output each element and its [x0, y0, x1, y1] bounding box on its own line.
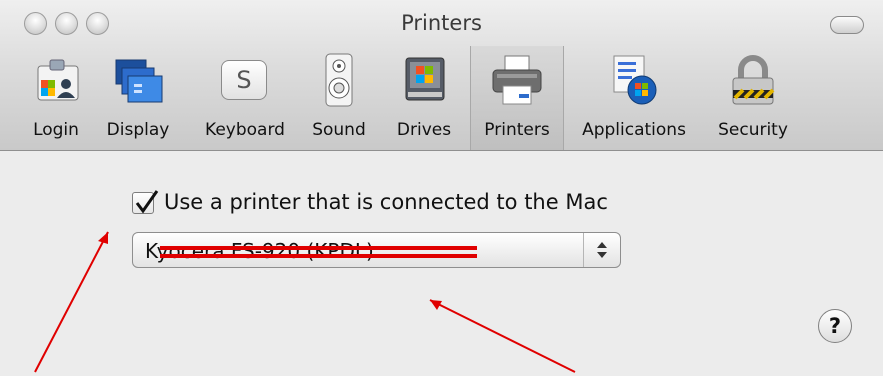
toolbar: Printers Login Display S Keyboard Sound …	[0, 0, 883, 151]
help-button[interactable]: ?	[818, 309, 852, 343]
tab-label: Applications	[582, 120, 686, 140]
tab-drives[interactable]: Drives	[386, 46, 462, 150]
tab-label: Display	[106, 120, 170, 140]
tab-applications[interactable]: Applications	[566, 46, 702, 150]
tab-security[interactable]: Security	[706, 46, 800, 150]
use-printer-checkbox[interactable]	[132, 190, 159, 214]
display-icon	[115, 59, 163, 103]
sound-icon	[325, 53, 353, 107]
printer-popup-button[interactable]: Kyocera FS-920 (KPDL)	[132, 232, 621, 268]
keyboard-icon: S	[217, 52, 273, 108]
printer-icon	[492, 55, 542, 105]
selected-printer-value: Kyocera FS-920 (KPDL)	[145, 239, 374, 263]
tab-label: Sound	[312, 120, 366, 140]
keyboard-key-glyph: S	[221, 60, 267, 100]
login-icon	[37, 59, 79, 101]
tab-label: Drives	[396, 120, 452, 140]
use-printer-checkbox-label[interactable]: Use a printer that is connected to the M…	[164, 190, 608, 214]
tab-label: Login	[33, 120, 79, 140]
tab-label: Security	[718, 120, 788, 140]
lock-icon	[732, 55, 775, 105]
checkmark-icon	[135, 190, 159, 214]
tab-printers[interactable]: Printers	[470, 46, 564, 150]
drives-icon	[405, 57, 445, 101]
tab-display[interactable]: Display	[98, 46, 178, 150]
tab-login[interactable]: Login	[20, 46, 92, 150]
tab-label: Printers	[484, 120, 550, 140]
redaction-line	[160, 246, 477, 250]
toolbar-toggle-button[interactable]	[830, 16, 864, 34]
up-down-arrows-icon	[597, 242, 607, 258]
preferences-window: Printers Login Display S Keyboard Sound …	[0, 0, 883, 376]
popup-divider	[583, 233, 584, 267]
tab-keyboard[interactable]: S Keyboard	[192, 46, 298, 150]
window-title: Printers	[401, 11, 482, 35]
redaction-line	[160, 254, 477, 258]
tab-label: Keyboard	[205, 120, 285, 140]
applications-icon	[613, 55, 657, 105]
tab-sound[interactable]: Sound	[304, 46, 374, 150]
